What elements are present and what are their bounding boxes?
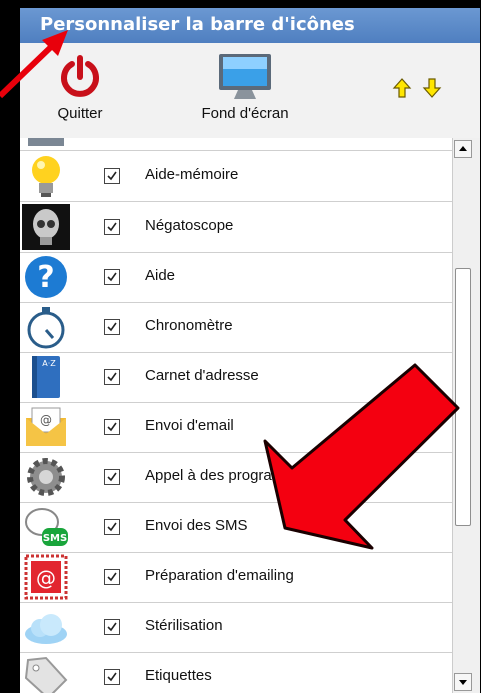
item-checkbox[interactable] [104, 219, 120, 235]
xray-skull-icon [22, 204, 70, 250]
list-item[interactable]: SMS Envoi des SMS [20, 502, 452, 553]
svg-text:@: @ [36, 566, 56, 590]
customize-toolbar-window: Personnaliser la barre d'icônes Quitter … [20, 8, 480, 693]
item-label: Aide [145, 267, 176, 284]
lightbulb-icon [32, 156, 60, 197]
move-up-arrow-icon[interactable] [392, 77, 412, 99]
item-label: Envoi d'email [145, 417, 234, 434]
svg-text:@: @ [40, 413, 52, 427]
help-icon: ? [25, 256, 67, 298]
list-item[interactable]: Etiquettes [20, 652, 452, 693]
gear-icon [27, 458, 65, 496]
svg-text:SMS: SMS [43, 533, 67, 544]
emailing-stamp-icon: @ [24, 554, 68, 600]
vertical-scrollbar[interactable] [452, 138, 472, 693]
wallpaper-label: Fond d'écran [201, 105, 289, 122]
item-checkbox[interactable] [104, 519, 120, 535]
item-checkbox[interactable] [104, 369, 120, 385]
scroll-down-button[interactable] [454, 673, 472, 691]
quit-button[interactable]: Quitter [40, 55, 120, 122]
email-envelope-icon: @ [26, 407, 66, 446]
list-item[interactable]: ? Aide [20, 252, 452, 303]
quit-label: Quitter [57, 105, 103, 122]
list-item[interactable]: @ Envoi d'email [20, 402, 452, 453]
item-checkbox[interactable] [104, 419, 120, 435]
item-label: Carnet d'adresse [145, 367, 259, 384]
item-checkbox[interactable] [104, 168, 120, 184]
partial-icon [28, 138, 64, 146]
move-down-arrow-icon[interactable] [422, 77, 442, 99]
window-title: Personnaliser la barre d'icônes [40, 14, 355, 35]
item-checkbox[interactable] [104, 319, 120, 335]
list-item-partial [20, 138, 452, 151]
list-item[interactable]: A·Z Carnet d'adresse [20, 352, 452, 403]
svg-text:?: ? [37, 260, 54, 295]
list-item[interactable]: Négatoscope [20, 202, 452, 253]
item-label: Chronomètre [145, 317, 233, 334]
item-checkbox[interactable] [104, 269, 120, 285]
item-label: Appel à des programmes externes [145, 467, 375, 484]
list-item[interactable]: Aide-mémoire [20, 151, 452, 202]
list-item[interactable]: Appel à des programmes externes [20, 452, 452, 503]
toolbar-items-list: Aide-mémoire Négatoscope ? Aide Chronomè… [20, 138, 452, 693]
power-icon [61, 55, 99, 97]
sms-icon: SMS [25, 508, 68, 546]
toolbar: Quitter Fond d'écran [20, 43, 480, 138]
item-checkbox[interactable] [104, 569, 120, 585]
scrollbar-thumb[interactable] [455, 268, 471, 526]
list-item[interactable]: Stérilisation [20, 602, 452, 653]
address-book-icon: A·Z [32, 356, 60, 398]
scroll-up-button[interactable] [454, 140, 472, 158]
list-item[interactable]: Chronomètre [20, 302, 452, 353]
title-bar: Personnaliser la barre d'icônes [20, 8, 480, 43]
tag-icon [24, 656, 68, 693]
wallpaper-button[interactable]: Fond d'écran [190, 51, 300, 122]
item-label: Aide-mémoire [145, 166, 239, 183]
item-checkbox[interactable] [104, 669, 120, 685]
list-item[interactable]: @ Préparation d'emailing [20, 552, 452, 603]
item-checkbox[interactable] [104, 469, 120, 485]
item-label: Etiquettes [145, 667, 212, 684]
item-label: Stérilisation [145, 617, 223, 634]
stopwatch-icon [27, 307, 65, 349]
item-label: Négatoscope [145, 217, 234, 234]
item-label: Envoi des SMS [145, 517, 248, 534]
triangle-down-icon [459, 680, 467, 685]
cloud-icon [25, 614, 67, 644]
triangle-up-icon [459, 146, 467, 151]
item-label: Préparation d'emailing [145, 567, 294, 584]
item-checkbox[interactable] [104, 619, 120, 635]
monitor-icon [219, 54, 271, 99]
svg-text:A·Z: A·Z [42, 359, 56, 368]
